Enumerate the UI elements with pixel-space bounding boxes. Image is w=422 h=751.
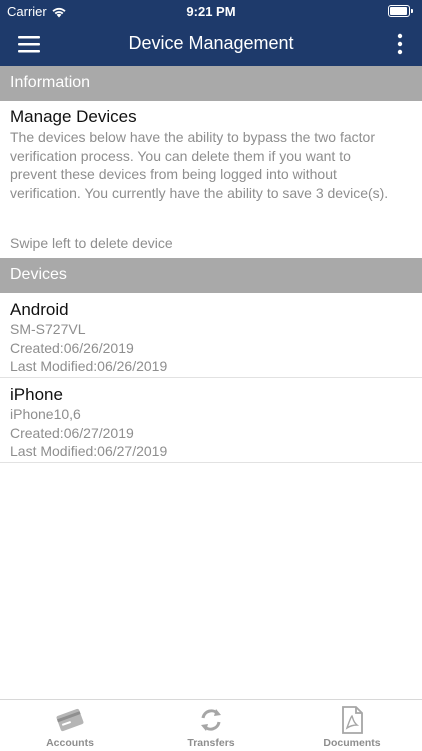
pdf-document-icon <box>342 706 363 734</box>
more-options-button[interactable] <box>388 31 412 57</box>
battery-icon <box>388 5 414 17</box>
device-modified-date: Last Modified:06/26/2019 <box>10 358 168 374</box>
tab-transfers-label: Transfers <box>187 737 235 749</box>
page-title: Device Management <box>128 33 294 53</box>
devices-section-header: Devices <box>0 258 422 293</box>
tab-accounts-label: Accounts <box>46 737 94 749</box>
device-model: SM-S727VL <box>10 321 86 337</box>
credit-card-icon <box>56 708 84 732</box>
status-bar: Carrier 9:21 PM <box>0 0 422 22</box>
navigation-bar: Device Management <box>0 22 422 66</box>
tab-documents[interactable]: Documents <box>282 700 422 751</box>
device-created-date: Created:06/26/2019 <box>10 339 134 356</box>
tab-transfers[interactable]: Transfers <box>141 700 281 751</box>
device-model: iPhone10,6 <box>10 406 81 422</box>
device-created-date: Created:06/27/2019 <box>10 424 134 441</box>
device-modified-date: Last Modified:06/27/2019 <box>10 443 168 459</box>
manage-devices-title: Manage Devices <box>10 107 137 126</box>
device-name: iPhone <box>10 385 63 404</box>
manage-devices-description: The devices below have the ability to by… <box>10 129 389 201</box>
tab-bar: Accounts Transfers Documents <box>0 699 422 750</box>
device-row-iphone[interactable]: iPhone iPhone10,6 Created:06/27/2019 Las… <box>0 378 422 463</box>
information-section-header: Information <box>0 66 422 101</box>
device-row-android[interactable]: Android SM-S727VL Created:06/26/2019 Las… <box>0 293 422 378</box>
more-vertical-icon <box>397 33 403 55</box>
transfer-arrows-icon <box>201 709 221 731</box>
manage-devices-info: Manage Devices The devices below have th… <box>10 107 390 202</box>
tab-documents-label: Documents <box>323 737 381 749</box>
tab-accounts[interactable]: Accounts <box>0 700 140 751</box>
device-name: Android <box>10 300 69 319</box>
swipe-hint: Swipe left to delete device <box>10 235 173 251</box>
status-time: 9:21 PM <box>186 4 236 19</box>
